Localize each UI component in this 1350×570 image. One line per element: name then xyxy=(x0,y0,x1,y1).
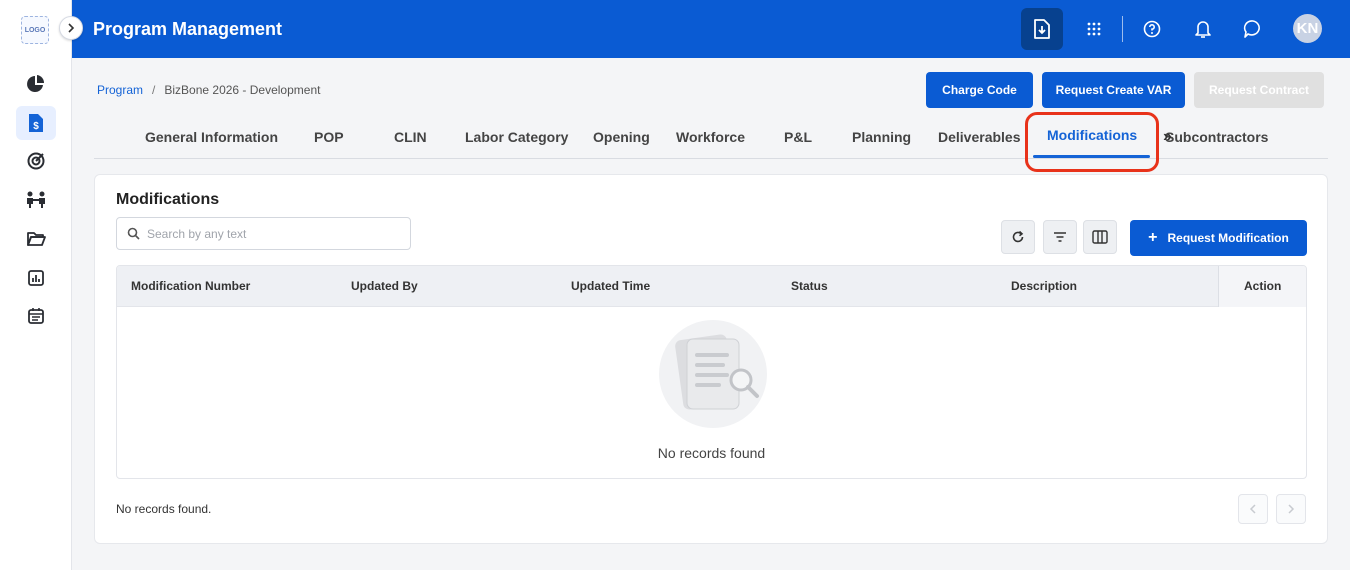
records-status: No records found. xyxy=(116,502,212,516)
tab-workforce[interactable]: Workforce xyxy=(676,129,745,145)
search-box xyxy=(116,217,411,250)
notifications-button[interactable] xyxy=(1182,8,1224,50)
calendar-icon xyxy=(28,308,44,324)
breadcrumb: Program / BizBone 2026 - Development xyxy=(97,83,320,97)
nav-dashboard[interactable] xyxy=(22,70,50,98)
dashboard-pie-icon xyxy=(27,75,45,92)
nav-calendar[interactable] xyxy=(22,302,50,330)
modifications-card: Modifications + Request Modification Mod… xyxy=(94,174,1328,544)
col-updated-time[interactable]: Updated Time xyxy=(571,279,650,293)
sidebar-expand-button[interactable] xyxy=(59,16,83,40)
tab-clin[interactable]: CLIN xyxy=(394,129,427,145)
nav-goals[interactable] xyxy=(22,147,50,175)
download-button[interactable] xyxy=(1021,8,1063,50)
nav-people[interactable] xyxy=(22,186,50,214)
tab-pop[interactable]: POP xyxy=(314,129,344,145)
col-description[interactable]: Description xyxy=(1011,279,1077,293)
card-title: Modifications xyxy=(116,191,220,208)
chat-icon xyxy=(1243,20,1260,38)
breadcrumb-separator: / xyxy=(152,83,156,97)
top-app-bar: Program Management KN xyxy=(72,0,1350,58)
next-page-button[interactable] xyxy=(1276,494,1306,524)
chat-button[interactable] xyxy=(1232,8,1274,50)
tab-general-information[interactable]: General Information xyxy=(145,129,278,145)
empty-message: No records found xyxy=(657,445,766,461)
tab-opening[interactable]: Opening xyxy=(593,129,650,145)
request-modification-button[interactable]: + Request Modification xyxy=(1130,220,1307,256)
prev-page-button[interactable] xyxy=(1238,494,1268,524)
topbar-divider xyxy=(1122,16,1123,42)
people-icon xyxy=(27,191,45,208)
bell-icon xyxy=(1195,21,1211,38)
search-icon xyxy=(127,227,140,240)
annotation-highlight xyxy=(1025,112,1159,172)
report-chart-icon xyxy=(28,270,44,286)
modifications-table: Modification Number Updated By Updated T… xyxy=(116,265,1307,479)
nav-program[interactable]: $ xyxy=(16,106,56,140)
tab-planning[interactable]: Planning xyxy=(852,129,911,145)
filter-icon xyxy=(1054,232,1066,242)
no-records-illustration xyxy=(659,320,767,428)
breadcrumb-program-link[interactable]: Program xyxy=(97,83,143,97)
refresh-button[interactable] xyxy=(1001,220,1035,254)
refresh-icon xyxy=(1012,230,1024,243)
breadcrumb-current: BizBone 2026 - Development xyxy=(164,83,321,97)
apps-button[interactable] xyxy=(1073,8,1115,50)
filter-button[interactable] xyxy=(1043,220,1077,254)
tab-subcontractors[interactable]: Subcontractors xyxy=(1165,129,1268,145)
request-create-var-button[interactable]: Request Create VAR xyxy=(1042,72,1185,108)
download-icon xyxy=(1034,19,1050,39)
chevron-left-icon xyxy=(1249,504,1256,514)
col-action-cell: Action xyxy=(1218,266,1306,307)
plus-icon: + xyxy=(1148,229,1158,246)
columns-button[interactable] xyxy=(1083,220,1117,254)
nav-documents[interactable] xyxy=(22,225,50,253)
search-input[interactable] xyxy=(147,224,397,244)
charge-code-button[interactable]: Charge Code xyxy=(926,72,1033,108)
col-updated-by[interactable]: Updated By xyxy=(351,279,418,293)
help-button[interactable] xyxy=(1131,8,1173,50)
col-modification-number[interactable]: Modification Number xyxy=(131,279,250,293)
columns-icon xyxy=(1092,230,1108,244)
help-icon xyxy=(1143,20,1161,38)
col-action: Action xyxy=(1244,279,1282,293)
apps-grid-icon xyxy=(1087,22,1101,36)
left-nav-rail: LOGO $ xyxy=(0,0,72,570)
col-status[interactable]: Status xyxy=(791,279,828,293)
app-title: Program Management xyxy=(93,19,283,39)
tab-deliverables[interactable]: Deliverables xyxy=(938,129,1021,145)
chevron-right-icon xyxy=(68,23,75,33)
user-avatar[interactable]: KN xyxy=(1293,14,1322,43)
tab-pl[interactable]: P&L xyxy=(784,129,812,145)
folder-icon xyxy=(27,232,46,246)
tab-labor-category[interactable]: Labor Category xyxy=(465,129,568,145)
request-contract-button[interactable]: Request Contract xyxy=(1194,72,1324,108)
app-logo: LOGO xyxy=(21,16,49,44)
program-budget-icon: $ xyxy=(29,114,43,132)
nav-reports[interactable] xyxy=(22,264,50,292)
svg-text:$: $ xyxy=(33,121,39,132)
target-icon xyxy=(27,152,45,170)
request-modification-label: Request Modification xyxy=(1167,231,1289,245)
table-header: Modification Number Updated By Updated T… xyxy=(117,266,1306,307)
tabs-scroll-right-button[interactable]: » xyxy=(1163,128,1172,146)
chevron-right-icon xyxy=(1288,504,1295,514)
empty-state: No records found xyxy=(117,307,1306,478)
